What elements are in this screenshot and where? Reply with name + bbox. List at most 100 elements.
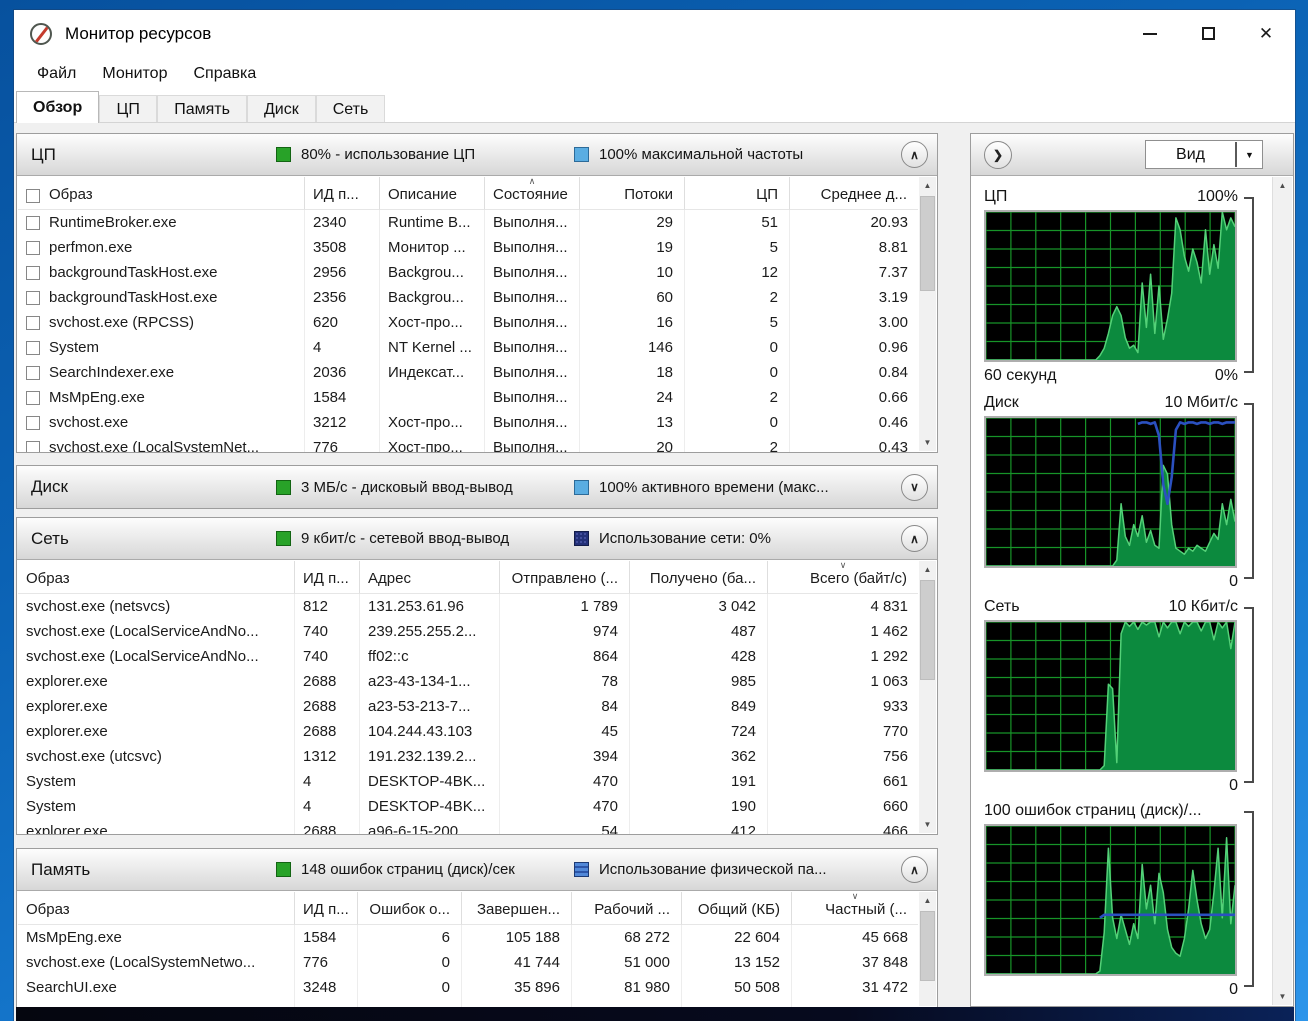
memory-column-header[interactable]: ИД п... [295,892,358,925]
cpu-table-row[interactable]: svchost.exe (RPCSS)620Хост-про...Выполня… [18,310,918,335]
network-column-header[interactable]: Получено (ба... [630,561,768,594]
row-checkbox[interactable] [26,241,40,255]
scroll-up-icon[interactable]: ▲ [1273,177,1292,194]
scrollbar-thumb[interactable] [920,580,935,680]
graphs-panel-scrollbar[interactable]: ▲ ▼ [1272,177,1292,1005]
cpu-cell: Выполня... [485,235,580,260]
cpu-table-row[interactable]: svchost.exe (LocalSystemNet...776Хост-пр… [18,435,918,452]
network-table-row[interactable]: svchost.exe (netsvcs)812131.253.61.961 7… [18,594,918,619]
cpu-table-row[interactable]: svchost.exe3212Хост-про...Выполня...1300… [18,410,918,435]
cpu-table-scrollbar[interactable]: ▲ ▼ [919,177,936,451]
scrollbar-thumb[interactable] [920,911,935,981]
memory-column-header[interactable]: Рабочий ... [572,892,682,925]
cpu-table-row[interactable]: backgroundTaskHost.exe2956Backgrou...Вып… [18,260,918,285]
cpu-column-header[interactable]: ЦП [685,177,790,210]
cpu-column-header[interactable]: Описание [380,177,485,210]
cpu-panel-header[interactable]: ЦП 80% - использование ЦП 100% максималь… [17,134,937,176]
memory-panel-header[interactable]: Память 148 ошибок страниц (диск)/сек Исп… [17,849,937,891]
cpu-column-header[interactable]: Образ [18,177,305,210]
row-checkbox[interactable] [26,441,40,453]
sort-indicator-icon: ∨ [840,561,847,570]
tab-cpu[interactable]: ЦП [99,95,157,123]
cpu-table-row[interactable]: MsMpEng.exe1584Выполня...2420.66 [18,385,918,410]
cpu-column-header[interactable]: ИД п... [305,177,380,210]
network-table-row[interactable]: svchost.exe (utcsvc)1312191.232.139.2...… [18,744,918,769]
graphs-toolbar: ❯ Вид ▼ [971,134,1293,176]
network-column-header[interactable]: Отправлено (... [500,561,630,594]
network-column-header[interactable]: Всего (байт/с)∨ [768,561,918,594]
row-checkbox[interactable] [26,366,40,380]
network-cell: 1 063 [768,669,918,694]
memory-table-scrollbar[interactable]: ▲ [919,892,936,1006]
network-table-row[interactable]: System4DESKTOP-4BK...470190660 [18,794,918,819]
network-column-header[interactable]: Образ [18,561,295,594]
row-checkbox[interactable] [26,316,40,330]
minimize-button[interactable] [1121,10,1179,57]
network-table-row[interactable]: System4DESKTOP-4BK...470191661 [18,769,918,794]
cpu-column-header[interactable]: Потоки [580,177,685,210]
cpu-cell: 0.96 [790,335,918,360]
tab-overview[interactable]: Обзор [16,91,99,123]
row-checkbox[interactable] [26,416,40,430]
network-collapse-button[interactable]: ∧ [901,525,928,552]
memory-collapse-button[interactable]: ∧ [901,856,928,883]
network-table-scrollbar[interactable]: ▲ ▼ [919,561,936,833]
cpu-column-header[interactable]: Среднее д... [790,177,918,210]
cpu-table-row[interactable]: SearchIndexer.exe2036Индексат...Выполня.… [18,360,918,385]
cpu-cell: 2 [685,285,790,310]
network-column-header[interactable]: ИД п... [295,561,360,594]
cpu-collapse-button[interactable]: ∧ [901,141,928,168]
scroll-up-icon[interactable]: ▲ [919,892,936,909]
maximize-button[interactable] [1179,10,1237,57]
cpu-column-header[interactable]: Состояние∧ [485,177,580,210]
disk-expand-button[interactable]: ∨ [901,474,928,501]
network-cell: 864 [500,644,630,669]
cpu-table-row[interactable]: RuntimeBroker.exe2340Runtime B...Выполня… [18,210,918,235]
network-table-row[interactable]: svchost.exe (LocalServiceAndNo...740239.… [18,619,918,644]
memory-table-row[interactable]: System4016421 09211620 976 [18,1000,918,1007]
menu-file[interactable]: Файл [24,65,89,83]
scrollbar-thumb[interactable] [920,196,935,291]
row-checkbox[interactable] [26,341,40,355]
network-table-row[interactable]: explorer.exe2688a96-6-15-200...54412466 [18,819,918,834]
scroll-up-icon[interactable]: ▲ [919,561,936,578]
row-checkbox[interactable] [26,391,40,405]
memory-column-header[interactable]: Образ [18,892,295,925]
cpu-table-row[interactable]: backgroundTaskHost.exe2356Backgrou...Вып… [18,285,918,310]
column-label: Ошибок о... [369,901,450,918]
memory-table-row[interactable]: svchost.exe (LocalSystemNetwo...776041 7… [18,950,918,975]
tab-memory[interactable]: Память [157,95,247,123]
menu-help[interactable]: Справка [180,65,269,83]
network-table-row[interactable]: svchost.exe (LocalServiceAndNo...740ff02… [18,644,918,669]
close-button[interactable]: ✕ [1237,10,1295,57]
scroll-up-icon[interactable]: ▲ [919,177,936,194]
row-checkbox[interactable] [26,266,40,280]
scroll-down-icon[interactable]: ▼ [919,434,936,451]
row-checkbox[interactable] [26,291,40,305]
row-checkbox[interactable] [26,216,40,230]
memory-column-header[interactable]: Ошибок о... [358,892,462,925]
network-table-row[interactable]: explorer.exe2688a23-43-134-1...789851 06… [18,669,918,694]
network-table-row[interactable]: explorer.exe2688104.244.43.10345724770 [18,719,918,744]
network-cell: 3 042 [630,594,768,619]
select-all-checkbox[interactable] [26,189,40,203]
view-dropdown[interactable]: Вид ▼ [1145,140,1263,169]
network-panel-header[interactable]: Сеть 9 кбит/с - сетевой ввод-вывод Испол… [17,518,937,560]
cpu-table-row[interactable]: System4NT Kernel ...Выполня...14600.96 [18,335,918,360]
tab-disk[interactable]: Диск [247,95,316,123]
network-table-row[interactable]: explorer.exe2688a23-53-213-7...84849933 [18,694,918,719]
disk-panel-header[interactable]: Диск 3 МБ/с - дисковый ввод-вывод 100% а… [17,466,937,508]
scroll-down-icon[interactable]: ▼ [919,816,936,833]
tab-network[interactable]: Сеть [316,95,386,123]
memory-table-row[interactable]: MsMpEng.exe15846105 18868 27222 60445 66… [18,925,918,950]
memory-table-row[interactable]: SearchUI.exe3248035 89681 98050 50831 47… [18,975,918,1000]
network-cell: 849 [630,694,768,719]
chevron-right-icon[interactable]: ❯ [984,141,1012,169]
memory-column-header[interactable]: Общий (КБ) [682,892,792,925]
cpu-table-row[interactable]: perfmon.exe3508Монитор ...Выполня...1958… [18,235,918,260]
scroll-down-icon[interactable]: ▼ [1273,988,1292,1005]
memory-column-header[interactable]: Частный (...∨ [792,892,918,925]
network-column-header[interactable]: Адрес [360,561,500,594]
menu-monitor[interactable]: Монитор [89,65,180,83]
memory-column-header[interactable]: Завершен... [462,892,572,925]
